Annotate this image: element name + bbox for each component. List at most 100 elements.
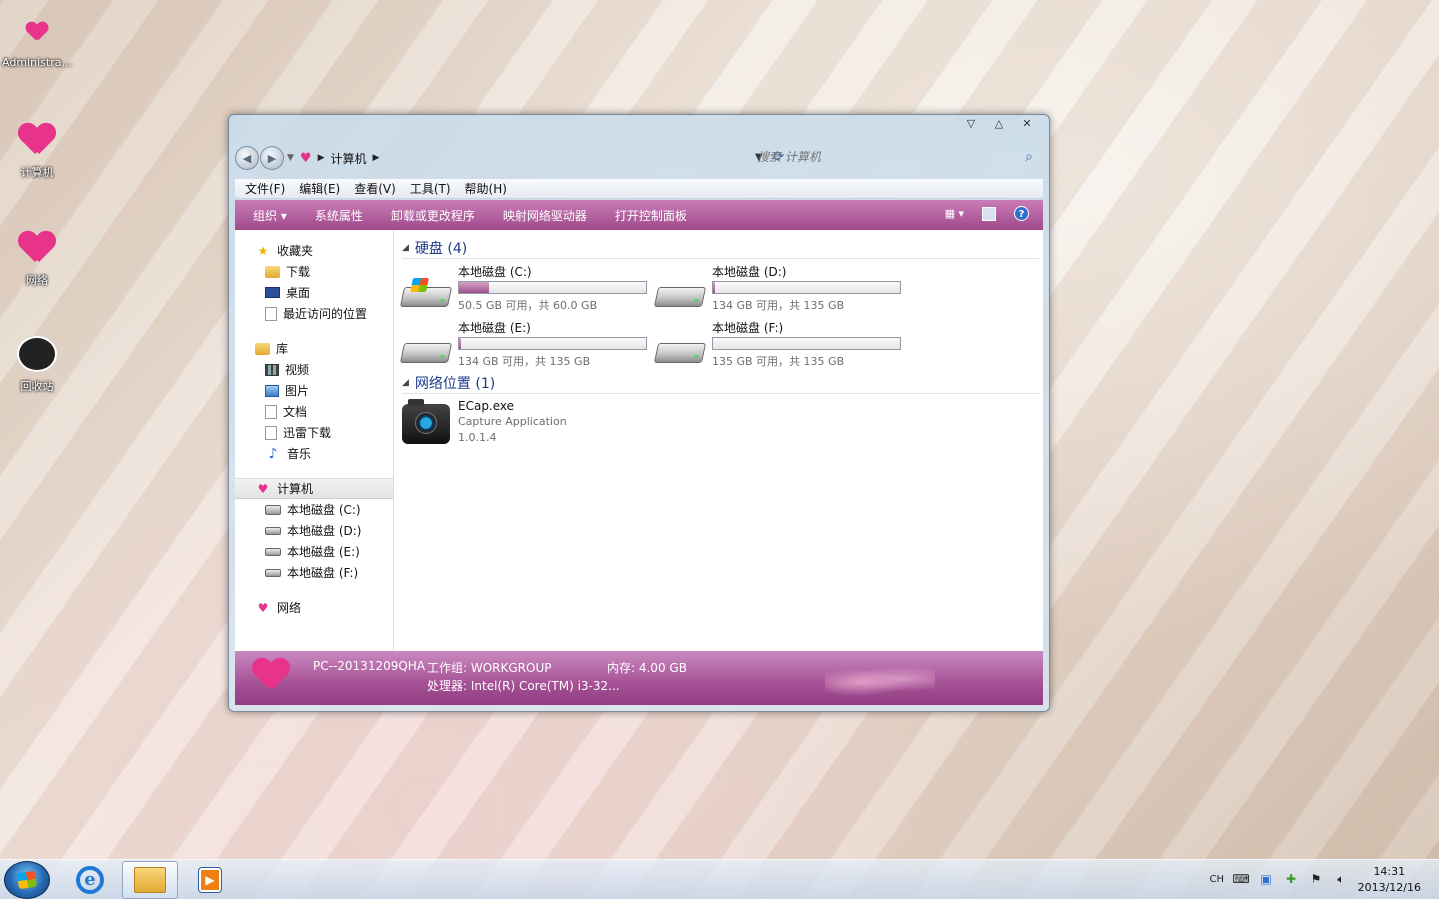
menu-edit[interactable]: 编辑(E) (299, 180, 340, 197)
desktop-icon-label: Administra... (2, 56, 72, 69)
taskbar: e ▶ CH ⌨ ▣ ✚ ⚑ 🔈︎ 14:31 2013/12/16 (0, 859, 1439, 899)
section-hard-drives[interactable]: ◢ 硬盘 (4) (402, 238, 1043, 258)
network-status-icon[interactable]: ▣ (1258, 871, 1274, 887)
windows-logo-icon (16, 870, 38, 890)
details-pane: PC--20131209QHA 工作组: WORKGROUP 处理器: Inte… (235, 651, 1043, 705)
menu-file[interactable]: 文件(F) (245, 180, 285, 197)
folder-icon (134, 867, 166, 893)
network-item-version: 1.0.1.4 (458, 431, 497, 444)
desktop-icon-computer[interactable]: 计算机 (2, 118, 72, 180)
nav-label: 本地磁盘 (C:) (287, 503, 361, 517)
heart-icon: ♥ (257, 481, 269, 496)
open-control-panel-button[interactable]: 打开控制面板 (615, 207, 687, 224)
action-center-icon[interactable]: ⚑ (1308, 871, 1324, 887)
drive-usage-fill (459, 338, 461, 349)
section-network-locations[interactable]: ◢ 网络位置 (1) (402, 373, 1043, 393)
breadcrumb: ♥ ▶ 计算机 ▶ (300, 150, 380, 167)
network-heart-icon: ♥ (257, 600, 269, 615)
network-item-ecap[interactable]: ECap.exe Capture Application 1.0.1.4 (402, 398, 1043, 446)
back-button[interactable]: ◀ (235, 146, 259, 170)
maximize-button[interactable]: △ (985, 117, 1013, 131)
collapse-arrow-icon[interactable]: ◢ (402, 243, 409, 253)
breadcrumb-computer[interactable]: 计算机 (331, 150, 367, 167)
taskbar-media-player[interactable]: ▶ (182, 861, 238, 899)
nav-group-computer: ♥ 计算机 本地磁盘 (C:) 本地磁盘 (D:) 本地磁盘 (E:) 本地磁盘 … (235, 478, 393, 583)
drive-icon (265, 526, 281, 535)
close-button[interactable]: ✕ (1013, 117, 1041, 131)
drive-name: 本地磁盘 (E:) (458, 321, 531, 335)
breadcrumb-separator-icon[interactable]: ▶ (373, 153, 380, 163)
nav-music[interactable]: ♪ 音乐 (235, 443, 393, 464)
organize-button[interactable]: 组织 ▾ (253, 207, 287, 224)
menu-view[interactable]: 查看(V) (354, 180, 396, 197)
search-icon[interactable]: ⌕ (1025, 149, 1033, 165)
document-icon (265, 425, 277, 440)
breadcrumb-separator-icon[interactable]: ▶ (318, 153, 325, 163)
language-indicator[interactable]: CH (1209, 874, 1224, 885)
taskbar-explorer[interactable] (122, 861, 178, 899)
chevron-down-icon[interactable]: ▽ (957, 117, 985, 131)
collapse-arrow-icon[interactable]: ◢ (402, 378, 409, 388)
nav-pictures[interactable]: 图片 (235, 380, 393, 401)
computer-heart-icon: ♥ (299, 150, 312, 166)
map-network-drive-button[interactable]: 映射网络驱动器 (503, 207, 587, 224)
nav-label: 音乐 (287, 447, 312, 461)
nav-recent-places[interactable]: 最近访问的位置 (235, 303, 393, 324)
desktop-icon-label: 网络 (26, 274, 48, 287)
help-icon[interactable]: ? (1014, 206, 1029, 221)
internet-explorer-icon: e (76, 866, 104, 894)
address-row: ◀ ▶ ▼ ♥ ▶ 计算机 ▶ ▼ ⟳ ⌕ (235, 145, 1043, 171)
section-divider (402, 393, 1039, 394)
nav-drive-e[interactable]: 本地磁盘 (E:) (235, 541, 393, 562)
preview-pane-icon[interactable] (982, 206, 996, 221)
drive-tile-f[interactable]: 本地磁盘 (F:) 135 GB 可用，共 135 GB (653, 319, 910, 368)
library-icon (255, 342, 270, 355)
desktop-icon (265, 287, 280, 298)
nav-label: 文档 (283, 405, 308, 419)
system-properties-button[interactable]: 系统属性 (315, 207, 363, 224)
drive-usage-fill (713, 282, 715, 293)
menu-help[interactable]: 帮助(H) (465, 180, 507, 197)
security-icon[interactable]: ✚ (1283, 871, 1299, 887)
drive-name: 本地磁盘 (C:) (458, 265, 532, 279)
system-tray: CH ⌨ ▣ ✚ ⚑ 🔈︎ (1209, 871, 1349, 887)
taskbar-internet-explorer[interactable]: e (62, 861, 118, 899)
drive-free-space: 134 GB 可用，共 135 GB (712, 299, 845, 312)
keyboard-icon[interactable]: ⌨ (1232, 871, 1249, 887)
nav-favorites[interactable]: ★ 收藏夹 (235, 240, 393, 261)
nav-computer[interactable]: ♥ 计算机 (235, 478, 393, 499)
nav-drive-d[interactable]: 本地磁盘 (D:) (235, 520, 393, 541)
nav-libraries[interactable]: 库 (235, 338, 393, 359)
start-button[interactable] (4, 861, 50, 899)
pc-name: PC--20131209QHA (313, 659, 426, 673)
uninstall-program-button[interactable]: 卸载或更改程序 (391, 207, 475, 224)
drive-tile-c[interactable]: 本地磁盘 (C:) 50.5 GB 可用，共 60.0 GB (399, 263, 656, 312)
nav-drive-f[interactable]: 本地磁盘 (F:) (235, 562, 393, 583)
nav-videos[interactable]: 视频 (235, 359, 393, 380)
desktop-icon-network[interactable]: 网络 (2, 226, 72, 288)
volume-icon[interactable]: 🔈︎ (1333, 871, 1349, 887)
clock[interactable]: 14:31 2013/12/16 (1358, 864, 1421, 896)
nav-desktop[interactable]: 桌面 (235, 282, 393, 303)
recent-pages-dropdown[interactable]: ▼ (287, 153, 294, 163)
nav-network[interactable]: ♥ 网络 (235, 597, 393, 618)
desktop-icon-administrator[interactable]: Administra... (2, 10, 72, 69)
forward-button[interactable]: ▶ (260, 146, 284, 170)
nav-label: 库 (276, 342, 289, 356)
video-icon (265, 363, 279, 376)
music-note-icon: ♪ (268, 445, 278, 462)
menu-tools[interactable]: 工具(T) (410, 180, 451, 197)
desktop-icon-recycle-bin[interactable]: 回收站 (2, 332, 72, 394)
nav-label: 本地磁盘 (F:) (287, 566, 359, 580)
nav-thunder-downloads[interactable]: 迅雷下载 (235, 422, 393, 443)
search-input[interactable] (757, 150, 997, 164)
nav-documents[interactable]: 文档 (235, 401, 393, 422)
drive-tile-e[interactable]: 本地磁盘 (E:) 134 GB 可用，共 135 GB (399, 319, 656, 368)
drive-tile-d[interactable]: 本地磁盘 (D:) 134 GB 可用，共 135 GB (653, 263, 910, 312)
nav-label: 收藏夹 (277, 244, 314, 258)
change-view-icon[interactable]: ▦ ▾ (945, 207, 964, 220)
nav-drive-c[interactable]: 本地磁盘 (C:) (235, 499, 393, 520)
nav-group-network: ♥ 网络 (235, 597, 393, 618)
nav-label: 图片 (285, 384, 310, 398)
nav-downloads[interactable]: 下载 (235, 261, 393, 282)
